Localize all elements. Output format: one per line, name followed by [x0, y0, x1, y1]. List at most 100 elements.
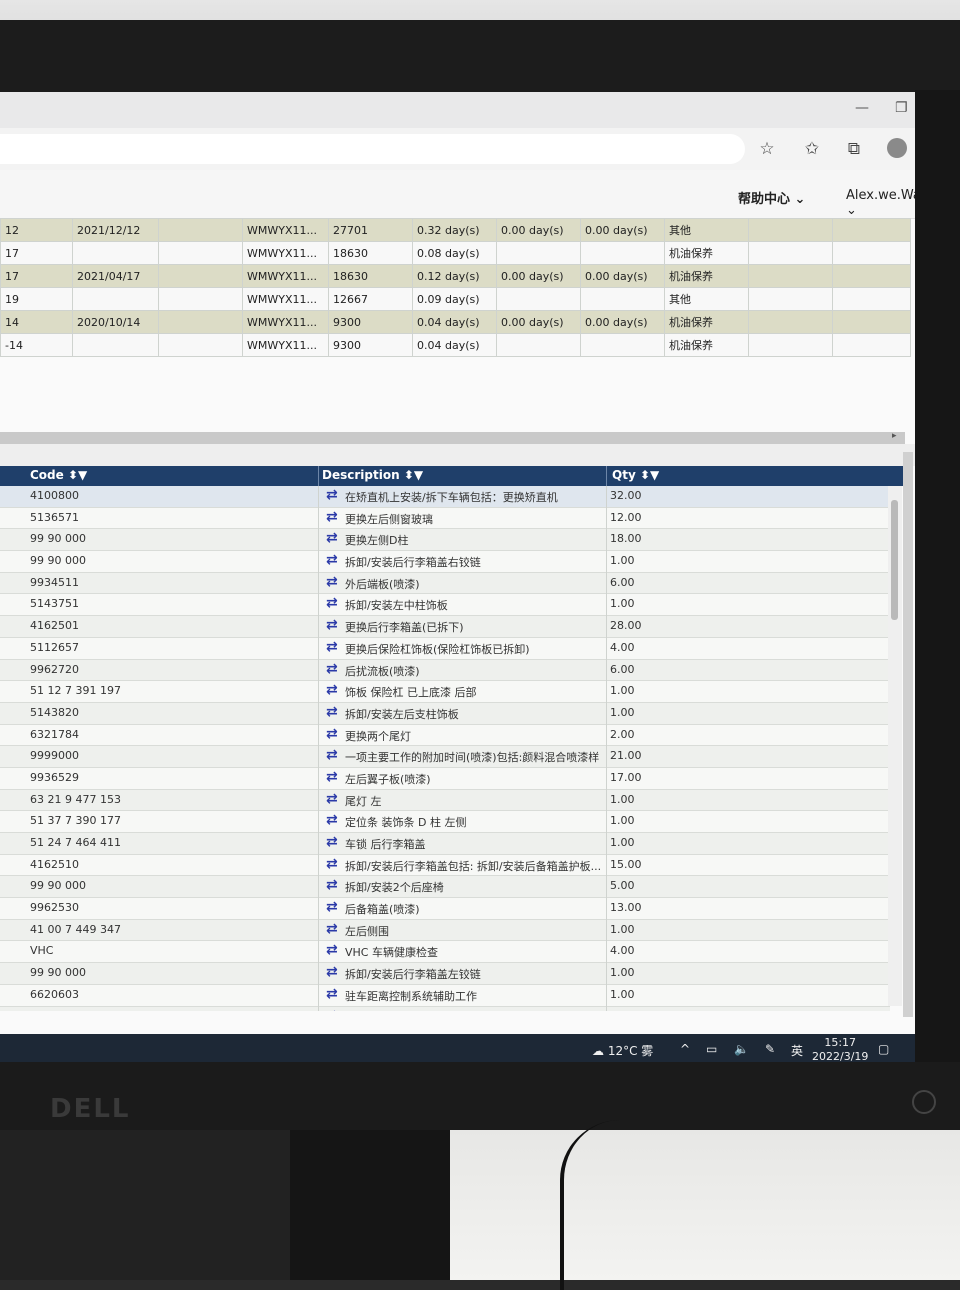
replace-swap-icon[interactable]: ⇄ — [326, 574, 338, 590]
grid-row[interactable]: 9934511 ⇄ 后内端板(喷漆) 6.00 — [0, 1006, 890, 1012]
description-cell: 左后翼子板(喷漆) — [345, 772, 431, 786]
table-cell: 0.04 day(s) — [412, 333, 497, 357]
grid-row[interactable]: 5136571 ⇄ 更换左后侧窗玻璃 12.00 — [0, 507, 890, 530]
replace-swap-icon[interactable]: ⇄ — [326, 639, 338, 655]
table-row[interactable]: 19 WMWYX11... 12667 0.09 day(s) 其他 — [0, 287, 911, 311]
restore-icon[interactable]: ❐ — [895, 100, 908, 116]
replace-swap-icon[interactable]: ⇄ — [326, 1008, 338, 1012]
sort-filter-icon[interactable]: ⬍▼ — [404, 468, 423, 482]
replace-swap-icon[interactable]: ⇄ — [326, 921, 338, 937]
grid-row[interactable]: 5112657 ⇄ 更换后保险杠饰板(保险杠饰板已拆卸) 4.00 — [0, 637, 890, 660]
column-header-code[interactable]: Code ⬍▼ — [30, 468, 87, 482]
table-cell: 0.32 day(s) — [412, 218, 497, 242]
replace-swap-icon[interactable]: ⇄ — [326, 964, 338, 980]
replace-swap-icon[interactable]: ⇄ — [326, 747, 338, 763]
grid-row[interactable]: 51 37 7 390 177 ⇄ 定位条 装饰条 D 柱 左侧 1.00 — [0, 811, 890, 833]
notifications-icon[interactable]: ▢ — [878, 1042, 889, 1056]
grid-row[interactable]: 5143751 ⇄ 拆卸/安装左中柱饰板 1.00 — [0, 594, 890, 617]
vertical-scrollbar[interactable] — [888, 486, 902, 1006]
table-cell: WMWYX11... — [242, 218, 329, 242]
grid-row[interactable]: 6321784 ⇄ 更换两个尾灯 2.00 — [0, 724, 890, 747]
grid-row[interactable]: 63 21 9 477 153 ⇄ 尾灯 左 1.00 — [0, 789, 890, 812]
column-header-qty[interactable]: Qty ⬍▼ — [612, 468, 659, 482]
replace-swap-icon[interactable]: ⇄ — [326, 834, 338, 850]
user-menu[interactable]: Alex.we.Wang ⌄ — [846, 188, 915, 218]
table-cell: 机油保养 — [664, 241, 749, 265]
favorite-add-icon[interactable]: ☆ — [756, 138, 778, 160]
profile-avatar[interactable] — [887, 138, 907, 158]
grid-row[interactable]: VHC ⇄ VHC 车辆健康检查 4.00 — [0, 941, 890, 964]
favorites-icon[interactable]: ✩ — [801, 138, 823, 160]
scroll-right-icon[interactable]: ▸ — [892, 431, 897, 441]
help-center-menu[interactable]: 帮助中心 ⌄ — [738, 188, 805, 207]
replace-swap-icon[interactable]: ⇄ — [326, 942, 338, 958]
sort-filter-icon[interactable]: ⬍▼ — [68, 468, 87, 482]
replace-swap-icon[interactable]: ⇄ — [326, 661, 338, 677]
replace-swap-icon[interactable]: ⇄ — [326, 899, 338, 915]
grid-row[interactable]: 51 24 7 464 411 ⇄ 车锁 后行李箱盖 1.00 — [0, 833, 890, 855]
page-scrollbar[interactable] — [903, 452, 913, 1017]
qty-cell: 1.00 — [610, 987, 635, 1001]
grid-row[interactable]: 51 12 7 391 197 ⇄ 饰板 保险杠 已上底漆 后部 1.00 — [0, 681, 890, 703]
table-row[interactable]: 12 2021/12/12 WMWYX11... 27701 0.32 day(s) 0.… — [0, 218, 911, 242]
table-cell — [580, 287, 665, 311]
address-bar[interactable] — [0, 134, 745, 164]
weather-widget[interactable]: ☁ 12°C 雾 — [592, 1042, 653, 1059]
replace-swap-icon[interactable]: ⇄ — [326, 552, 338, 568]
replace-swap-icon[interactable]: ⇄ — [326, 530, 338, 546]
grid-row[interactable]: 9962720 ⇄ 后扰流板(喷漆) 6.00 — [0, 659, 890, 682]
table-row[interactable]: 17 2021/04/17 WMWYX11... 18630 0.12 day(s) 0.… — [0, 264, 911, 288]
replace-swap-icon[interactable]: ⇄ — [326, 682, 338, 698]
monitor-bezel-top — [0, 20, 960, 92]
replace-swap-icon[interactable]: ⇄ — [326, 769, 338, 785]
replace-swap-icon[interactable]: ⇄ — [326, 704, 338, 720]
replace-swap-icon[interactable]: ⇄ — [326, 595, 338, 611]
show-hidden-icons-icon[interactable]: ^ — [680, 1042, 690, 1056]
grid-row[interactable]: 6620603 ⇄ 驻车距离控制系统辅助工作 1.00 — [0, 984, 890, 1007]
replace-swap-icon[interactable]: ⇄ — [326, 986, 338, 1002]
grid-row[interactable]: 4162510 ⇄ 拆卸/安装后行李箱盖包括: 拆卸/安装后备箱盖护板... 15.0… — [0, 854, 890, 877]
grid-row[interactable]: 9999000 ⇄ 一项主要工作的附加时间(喷漆)包括:颜料混合喷漆样 21.00 — [0, 746, 890, 768]
grid-row[interactable]: 4162501 ⇄ 更换后行李箱盖(已拆下) 28.00 — [0, 616, 890, 638]
replace-swap-icon[interactable]: ⇄ — [326, 509, 338, 525]
grid-row[interactable]: 99 90 000 ⇄ 拆卸/安装后行李箱盖左铰链 1.00 — [0, 963, 890, 985]
grid-row[interactable]: 41 00 7 449 347 ⇄ 左后侧围 1.00 — [0, 919, 890, 942]
replace-swap-icon[interactable]: ⇄ — [326, 617, 338, 633]
system-clock[interactable]: 15:17 2022/3/19 — [812, 1036, 868, 1064]
table-row[interactable]: 14 2020/10/14 WMWYX11... 9300 0.04 day(s) 0.0… — [0, 310, 911, 334]
grid-row[interactable]: 99 90 000 ⇄ 拆卸/安装2个后座椅 5.00 — [0, 876, 890, 899]
grid-row[interactable]: 9934511 ⇄ 外后端板(喷漆) 6.00 — [0, 572, 890, 595]
collections-icon[interactable]: ⧉ — [843, 138, 865, 160]
grid-row[interactable]: 9962530 ⇄ 后备箱盖(喷漆) 13.00 — [0, 898, 890, 920]
description-cell: VHC 车辆健康检查 — [345, 946, 438, 960]
replace-swap-icon[interactable]: ⇄ — [326, 812, 338, 828]
network-icon[interactable]: ▭ — [706, 1042, 717, 1056]
pen-icon[interactable]: ✎ — [765, 1042, 775, 1056]
grid-row[interactable]: 99 90 000 ⇄ 拆卸/安装后行李箱盖右铰链 1.00 — [0, 551, 890, 573]
description-cell: 更换左后侧窗玻璃 — [345, 512, 433, 526]
table-cell: 机油保养 — [664, 310, 749, 334]
table-cell — [832, 241, 911, 265]
grid-row[interactable]: 99 90 000 ⇄ 更换左侧D柱 18.00 — [0, 529, 890, 552]
column-header-description[interactable]: Description ⬍▼ — [322, 468, 423, 482]
screen: — ❐ ✕ ☆ ✩ ⧉ 帮助中心 ⌄ Alex.we.Wang ⌄ 122021… — [0, 92, 915, 1064]
grid-row[interactable]: 4100800 ⇄ 在矫直机上安装/拆下车辆包括：更换矫直机 32.00 — [0, 486, 890, 508]
input-method-indicator[interactable]: 英 — [791, 1042, 803, 1059]
minimize-icon[interactable]: — — [855, 100, 869, 116]
replace-swap-icon[interactable]: ⇄ — [326, 487, 338, 503]
sort-filter-icon[interactable]: ⬍▼ — [640, 468, 659, 482]
replace-swap-icon[interactable]: ⇄ — [326, 791, 338, 807]
replace-swap-icon[interactable]: ⇄ — [326, 877, 338, 893]
table-cell — [748, 287, 833, 311]
volume-icon[interactable]: 🔈 — [734, 1042, 749, 1056]
horizontal-scrollbar[interactable] — [0, 432, 905, 444]
table-row[interactable]: -14 WMWYX11... 9300 0.04 day(s) 机油保养 — [0, 333, 911, 357]
grid-row[interactable]: 5143820 ⇄ 拆卸/安装左后支柱饰板 1.00 — [0, 702, 890, 725]
qty-cell: 1.00 — [610, 814, 635, 828]
replace-swap-icon[interactable]: ⇄ — [326, 726, 338, 742]
replace-swap-icon[interactable]: ⇄ — [326, 856, 338, 872]
monitor-stand — [290, 1130, 450, 1280]
table-row[interactable]: 17 WMWYX11... 18630 0.08 day(s) 机油保养 — [0, 241, 911, 265]
table-cell: 其他 — [664, 218, 749, 242]
grid-row[interactable]: 9936529 ⇄ 左后翼子板(喷漆) 17.00 — [0, 767, 890, 790]
